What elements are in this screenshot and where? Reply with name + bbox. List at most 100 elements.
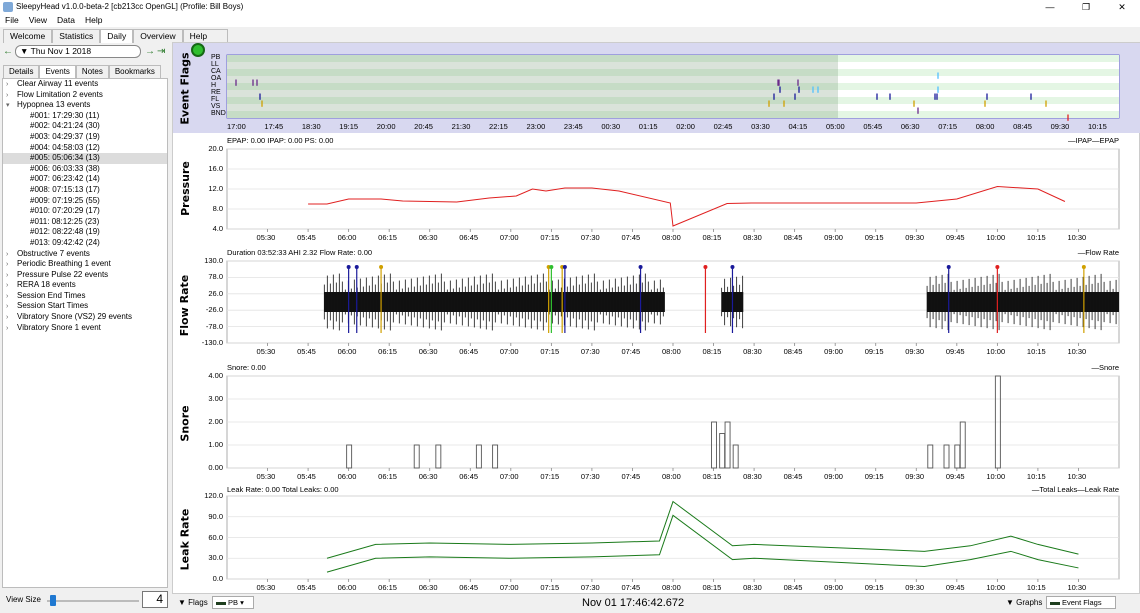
close-button[interactable]: ✕ <box>1104 0 1140 14</box>
menu-file[interactable]: File <box>0 14 24 27</box>
app-icon <box>3 2 13 12</box>
maximize-button[interactable]: ❐ <box>1068 0 1104 14</box>
x-tick-label: 08:45 <box>783 347 803 356</box>
x-tick-label: 09:00 <box>824 583 843 592</box>
event-list-item[interactable]: #006: 06:03:33 (38) <box>3 164 167 175</box>
x-tick-label: 05:45 <box>297 347 316 356</box>
tree-item[interactable]: › Session Start Times <box>3 301 167 312</box>
sub-tabs: Details Events Notes Bookmarks <box>3 65 161 78</box>
tree-item-label: Periodic Breathing 1 event <box>17 259 111 269</box>
tab-statistics[interactable]: Statistics <box>52 29 101 43</box>
graphs-toggle[interactable]: ▼ Graphs <box>1006 598 1042 607</box>
title-bar: SleepyHead v1.0.0-beta-2 [cb213cc OpenGL… <box>0 0 1140 14</box>
x-tick-label: 07:15 <box>540 583 560 592</box>
event-list-item[interactable]: #008: 07:15:13 (17) <box>3 185 167 196</box>
tab-bookmarks[interactable]: Bookmarks <box>108 65 161 78</box>
x-tick-label: 09:15 <box>864 472 884 481</box>
x-tick-label: 07:15 <box>540 347 560 356</box>
expanded-arrow-icon[interactable]: ▾ <box>6 101 17 112</box>
tab-daily[interactable]: Daily <box>100 29 134 43</box>
tree-item[interactable]: › Periodic Breathing 1 event <box>3 259 167 270</box>
snore-bar <box>719 433 726 469</box>
flags-toggle[interactable]: ▼ Flags <box>178 598 208 607</box>
event-flags-select[interactable]: Event Flags <box>1046 596 1116 609</box>
flow-event-dot <box>346 265 351 269</box>
menu-view[interactable]: View <box>24 14 52 27</box>
tab-details[interactable]: Details <box>3 65 40 78</box>
y-tick-label: 78.0 <box>208 272 223 282</box>
flag-row-label: PB <box>211 54 221 61</box>
tree-item[interactable]: › Obstructive 7 events <box>3 249 167 260</box>
flag-row-label: RE <box>211 89 221 96</box>
tab-welcome[interactable]: Welcome <box>3 29 53 43</box>
flow-event-dot <box>354 265 359 269</box>
event-flags-plot[interactable] <box>173 43 1140 133</box>
tree-item[interactable]: › Flow Limitation 2 events <box>3 90 167 101</box>
snore-bar <box>943 444 950 469</box>
event-list-item[interactable]: #004: 04:58:03 (12) <box>3 143 167 154</box>
flags-x-tick-label: 03:30 <box>751 122 770 131</box>
event-list-item[interactable]: #010: 07:20:29 (17) <box>3 206 167 217</box>
event-list-item[interactable]: #003: 04:29:37 (19) <box>3 132 167 143</box>
x-tick-label: 09:15 <box>864 583 884 592</box>
snore-panel: Snore Snore: 0.00 —Snore 4.00 3.00 2.00 1.0… <box>173 360 1140 484</box>
flags-x-tick-label: 20:00 <box>376 122 396 131</box>
tree-item[interactable]: ▾ Hypopnea 13 events <box>3 100 167 111</box>
tab-notes[interactable]: Notes <box>75 65 109 78</box>
tree-item[interactable]: › RERA 18 events <box>3 280 167 291</box>
event-list-item[interactable]: #007: 06:23:42 (14) <box>3 174 167 185</box>
tree-item-label: Pressure Pulse 22 events <box>17 269 109 279</box>
y-tick-label: 3.00 <box>208 394 223 403</box>
tree-item-label: Flow Limitation 2 events <box>17 89 103 99</box>
menu-data[interactable]: Data <box>52 14 80 27</box>
flags-x-tick-label: 22:15 <box>489 122 508 131</box>
tree-item[interactable]: › Pressure Pulse 22 events <box>3 270 167 281</box>
tab-events[interactable]: Events <box>39 65 76 78</box>
minimize-button[interactable]: — <box>1032 0 1068 14</box>
tree-item[interactable]: › Vibratory Snore 1 event <box>3 323 167 334</box>
x-tick-label: 09:30 <box>905 583 925 592</box>
event-list-item[interactable]: #011: 08:12:25 (23) <box>3 217 167 228</box>
date-navigator: ← ▼ Thu Nov 1 2018 → ⇥ <box>0 44 170 59</box>
flags-x-tick-label: 23:00 <box>526 122 546 131</box>
event-list-item[interactable]: #009: 07:19:25 (55) <box>3 196 167 207</box>
flag-row-label: FL <box>211 96 220 103</box>
collapsed-arrow-icon[interactable]: › <box>6 324 17 335</box>
pb-flag-select[interactable]: PB ▾ <box>212 596 254 609</box>
tab-help-browser[interactable]: Help Browser <box>182 29 228 54</box>
snore-bar <box>492 444 499 469</box>
event-list-item[interactable]: #005: 05:06:34 (13) <box>3 153 167 164</box>
prev-day-arrow-icon[interactable]: ← <box>3 46 13 57</box>
x-tick-label: 09:45 <box>945 233 965 242</box>
tree-item-label: Session Start Times <box>17 301 89 311</box>
jump-latest-arrow-icon[interactable]: ⇥ <box>157 46 165 57</box>
tree-item[interactable]: › Vibratory Snore (VS2) 29 events <box>3 312 167 323</box>
menu-help[interactable]: Help <box>80 14 107 27</box>
x-tick-label: 07:45 <box>621 472 641 481</box>
event-list-item[interactable]: #001: 17:29:30 (11) <box>3 111 167 122</box>
event-list-item[interactable]: #002: 04:21:24 (30) <box>3 121 167 132</box>
x-tick-label: 09:30 <box>905 472 925 481</box>
view-size-slider-track[interactable] <box>47 600 139 602</box>
tab-overview[interactable]: Overview <box>133 29 183 43</box>
pressure-plot[interactable] <box>173 133 1140 243</box>
tree-item[interactable]: › Clear Airway 11 events <box>3 79 167 90</box>
flags-x-tick-label: 20:45 <box>414 122 433 131</box>
x-tick-label: 09:45 <box>945 583 965 592</box>
view-size-spinbox[interactable]: 4 <box>142 591 168 608</box>
date-picker[interactable]: ▼ Thu Nov 1 2018 <box>15 45 141 58</box>
main-tabs: Welcome Statistics Daily Overview Help B… <box>3 29 228 54</box>
flag-row-label: CA <box>211 68 221 75</box>
tree-item[interactable]: › Session End Times <box>3 291 167 302</box>
event-list-item[interactable]: #013: 09:42:42 (24) <box>3 238 167 249</box>
flags-x-tick-label: 07:15 <box>938 122 958 131</box>
flow-rate-plot[interactable] <box>173 247 1140 361</box>
x-tick-label: 07:15 <box>540 472 560 481</box>
event-list-item[interactable]: #012: 08:22:48 (19) <box>3 227 167 238</box>
snore-plot[interactable] <box>173 360 1140 484</box>
flags-x-tick-label: 08:00 <box>975 122 995 131</box>
leak-rate-plot[interactable] <box>173 483 1140 593</box>
x-tick-label: 07:30 <box>580 347 600 356</box>
next-day-arrow-icon[interactable]: → <box>145 46 155 57</box>
view-size-slider-handle[interactable] <box>50 595 56 606</box>
